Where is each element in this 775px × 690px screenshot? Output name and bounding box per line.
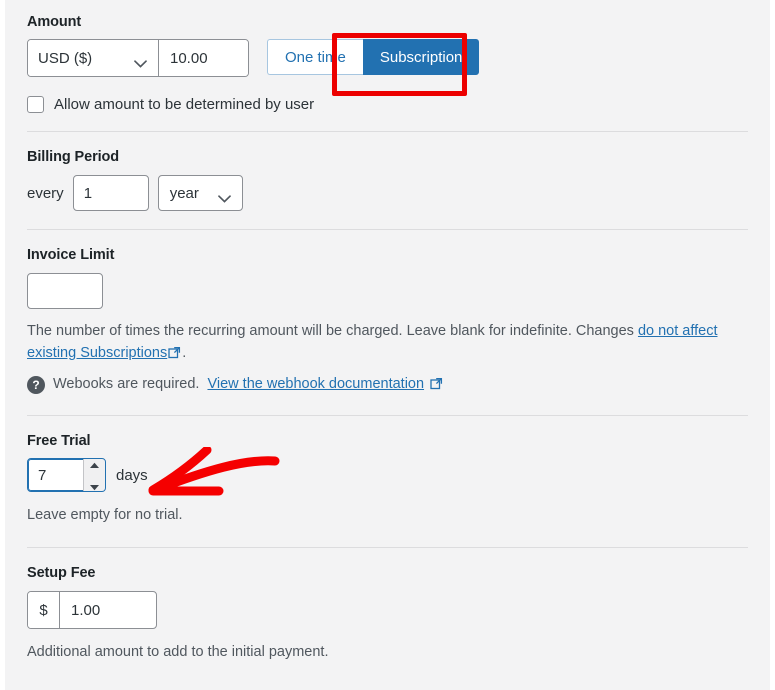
webhook-notice-row: ? Webooks are required. View the webhook… bbox=[27, 376, 748, 394]
billing-interval-value: 1 bbox=[83, 184, 93, 202]
free-trial-description: Leave empty for no trial. bbox=[27, 507, 183, 523]
setup-fee-value: 1.00 bbox=[71, 601, 101, 619]
free-trial-controls-row: 7 days bbox=[27, 458, 748, 492]
currency-symbol-prefix: $ bbox=[28, 592, 60, 628]
amount-section: Amount USD ($) 10.00 One time Subscripti… bbox=[27, 0, 748, 113]
webhook-documentation-link[interactable]: View the webhook documentation bbox=[207, 376, 424, 392]
amount-label: Amount bbox=[27, 14, 82, 30]
free-trial-value: 7 bbox=[38, 466, 47, 484]
setup-fee-description: Additional amount to add to the initial … bbox=[27, 644, 329, 660]
free-trial-section: Free Trial 7 days Leave empty for no tri bbox=[27, 416, 748, 526]
billing-period-section: Billing Period every 1 year bbox=[27, 132, 748, 211]
webhook-notice-text: Webooks are required. bbox=[53, 376, 200, 392]
amount-input-value: 10.00 bbox=[170, 49, 208, 67]
subscription-toggle-label: Subscription bbox=[379, 48, 463, 66]
help-icon: ? bbox=[27, 376, 45, 394]
amount-controls-row: USD ($) 10.00 One time Subscription bbox=[27, 39, 748, 77]
billing-interval-input[interactable]: 1 bbox=[72, 175, 149, 211]
invoice-limit-desc-part1: The number of times the recurring amount… bbox=[27, 323, 638, 339]
billing-period-select[interactable]: year bbox=[157, 175, 243, 211]
setup-fee-section: Setup Fee $ 1.00 Additional amount to ad… bbox=[27, 548, 748, 663]
billing-period-controls-row: every 1 year bbox=[27, 175, 748, 211]
setup-fee-label: Setup Fee bbox=[27, 565, 96, 581]
invoice-limit-desc-part2: . bbox=[182, 345, 187, 361]
allow-user-amount-row[interactable]: Allow amount to be determined by user bbox=[27, 96, 748, 113]
free-trial-input[interactable]: 7 bbox=[27, 458, 106, 492]
amount-input[interactable]: 10.00 bbox=[159, 40, 248, 76]
billing-period-label: Billing Period bbox=[27, 149, 120, 165]
invoice-limit-section: Invoice Limit The number of times the re… bbox=[27, 230, 748, 394]
spinner-down-icon[interactable] bbox=[89, 478, 100, 495]
amount-input-group: USD ($) 10.00 bbox=[27, 39, 249, 77]
spinner-up-icon[interactable] bbox=[89, 456, 100, 473]
invoice-limit-input[interactable] bbox=[27, 273, 103, 309]
free-trial-label: Free Trial bbox=[27, 433, 91, 449]
invoice-limit-label: Invoice Limit bbox=[27, 247, 115, 263]
setup-fee-input-group: $ 1.00 bbox=[27, 591, 157, 629]
external-link-icon bbox=[168, 344, 181, 366]
invoice-limit-description: The number of times the recurring amount… bbox=[27, 320, 747, 366]
allow-user-amount-checkbox[interactable] bbox=[27, 96, 44, 113]
currency-select-value: USD ($) bbox=[38, 49, 93, 67]
one-time-toggle-label: One time bbox=[285, 48, 346, 66]
settings-panel: Amount USD ($) 10.00 One time Subscripti… bbox=[5, 0, 770, 690]
external-link-icon bbox=[430, 377, 443, 394]
allow-user-amount-label: Allow amount to be determined by user bbox=[54, 96, 315, 113]
free-trial-stepper[interactable] bbox=[83, 459, 105, 491]
every-label: every bbox=[27, 184, 64, 202]
subscription-toggle-button[interactable]: Subscription bbox=[362, 39, 480, 75]
chevron-down-icon bbox=[217, 190, 231, 207]
free-trial-unit-label: days bbox=[116, 466, 148, 484]
one-time-toggle-button[interactable]: One time bbox=[267, 39, 363, 75]
chevron-down-icon bbox=[134, 55, 147, 72]
setup-fee-input[interactable]: 1.00 bbox=[60, 592, 111, 628]
amount-type-toggle-group: One time Subscription bbox=[267, 39, 480, 75]
billing-period-select-value: year bbox=[169, 184, 199, 202]
currency-select[interactable]: USD ($) bbox=[28, 40, 159, 76]
